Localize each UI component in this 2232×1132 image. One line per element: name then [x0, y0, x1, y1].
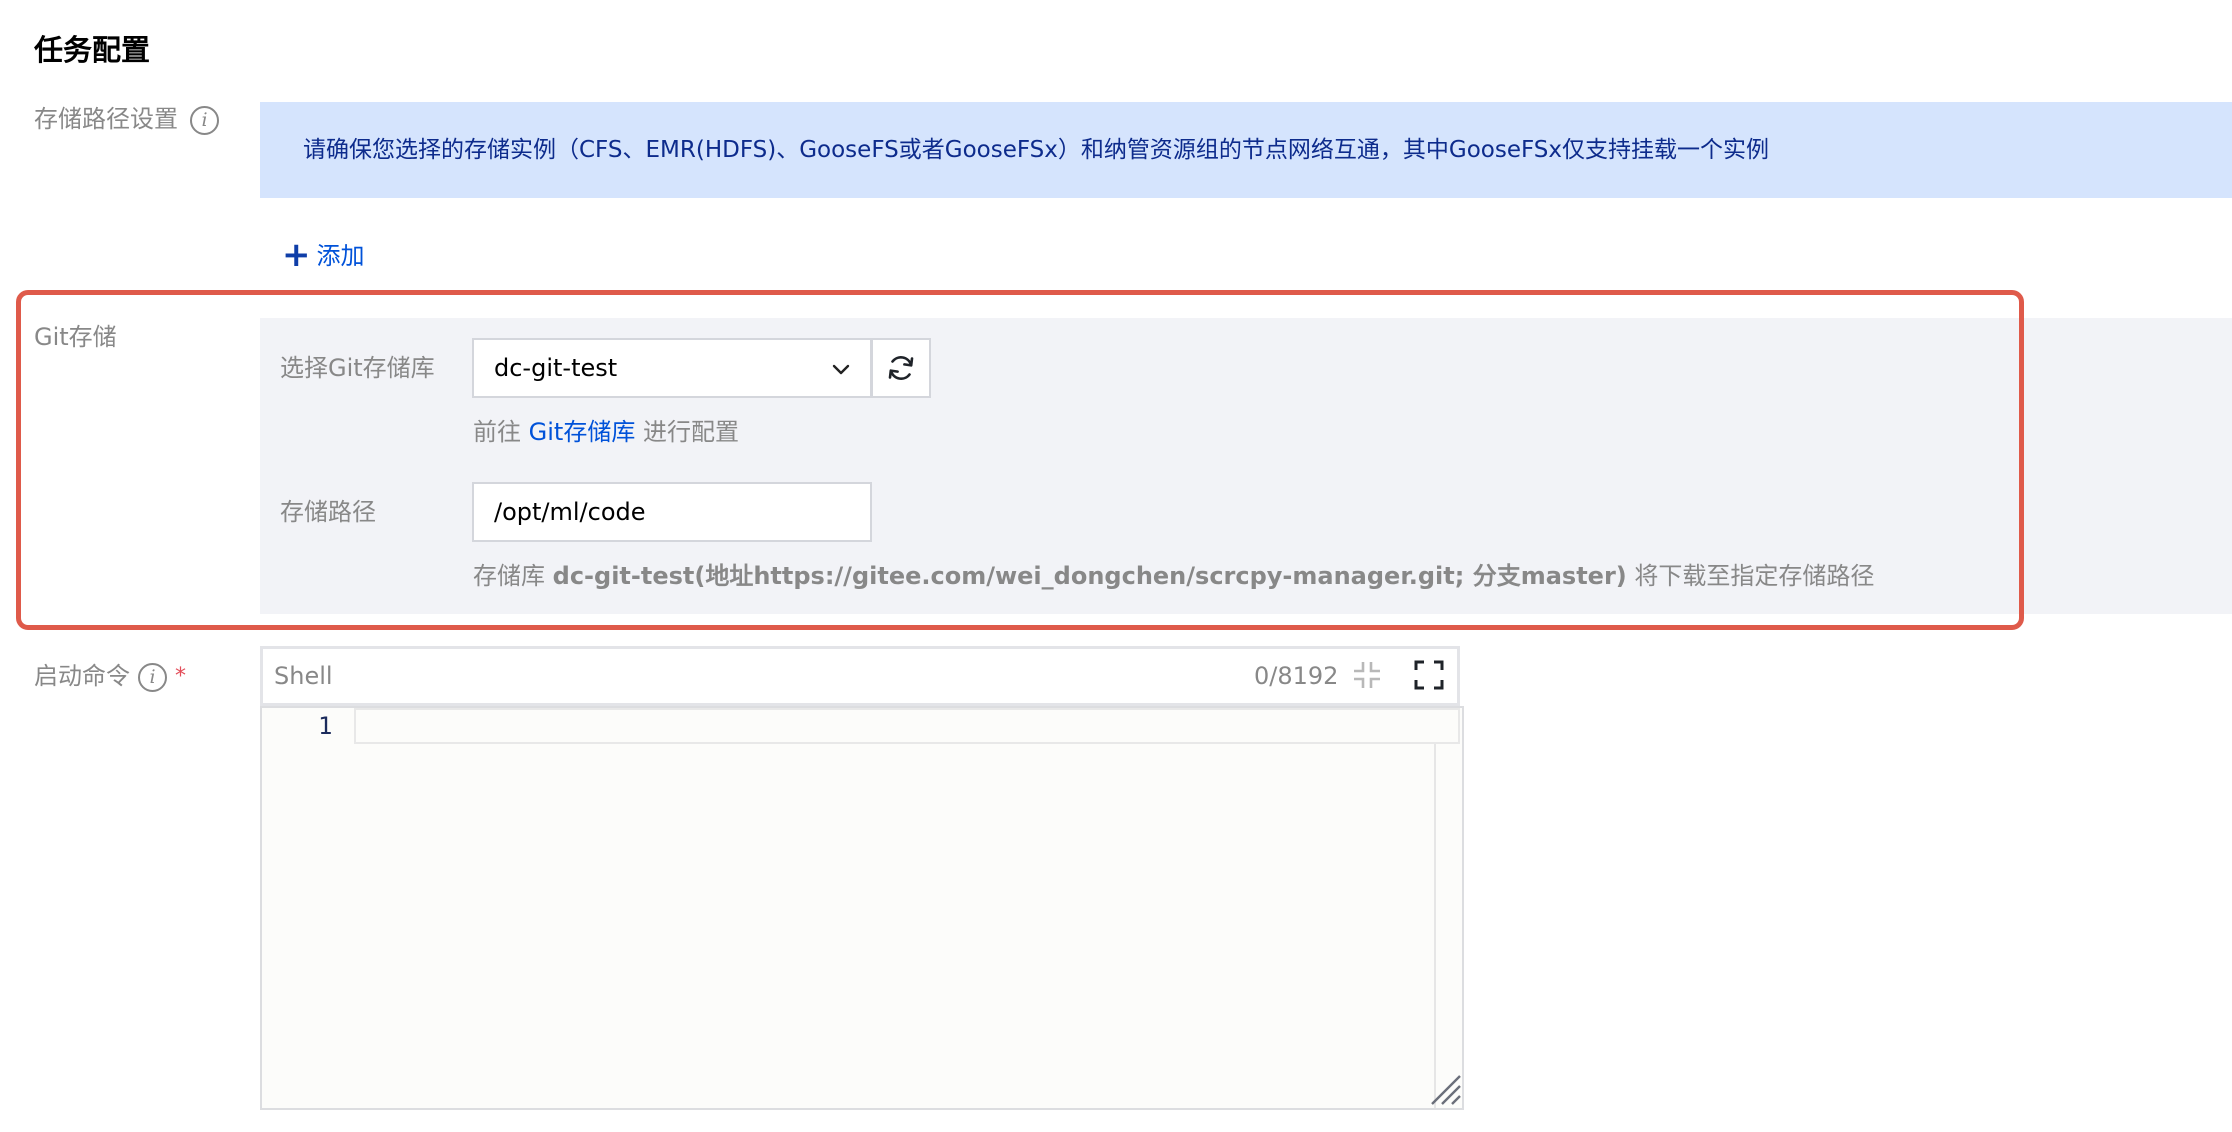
storage-alert-text: 请确保您选择的存储实例（CFS、EMR(HDFS)、GooseFS或者Goose…: [303, 137, 1770, 163]
info-circle-icon[interactable]: i: [138, 663, 167, 692]
add-storage-button[interactable]: + 添加: [282, 238, 365, 274]
editor-active-line[interactable]: [354, 708, 1460, 744]
storage-path-label: 存储路径设置: [34, 105, 178, 133]
resize-handle-icon[interactable]: [1428, 1072, 1462, 1106]
editor-language: Shell: [274, 662, 333, 690]
highlight-box: [16, 290, 2024, 630]
plus-icon: +: [282, 235, 311, 275]
required-mark: *: [175, 664, 186, 689]
fullscreen-icon[interactable]: [1414, 660, 1444, 690]
char-count: 0/8192: [1254, 662, 1339, 690]
add-storage-label: 添加: [316, 242, 365, 270]
line-number: 1: [318, 712, 333, 740]
collapse-icon[interactable]: [1352, 660, 1382, 690]
info-circle-icon[interactable]: i: [190, 106, 219, 135]
command-editor[interactable]: [260, 706, 1464, 1110]
start-command-label: 启动命令: [34, 662, 130, 690]
section-title: 任务配置: [34, 33, 151, 67]
editor-scrollbar[interactable]: [1434, 708, 1462, 1108]
